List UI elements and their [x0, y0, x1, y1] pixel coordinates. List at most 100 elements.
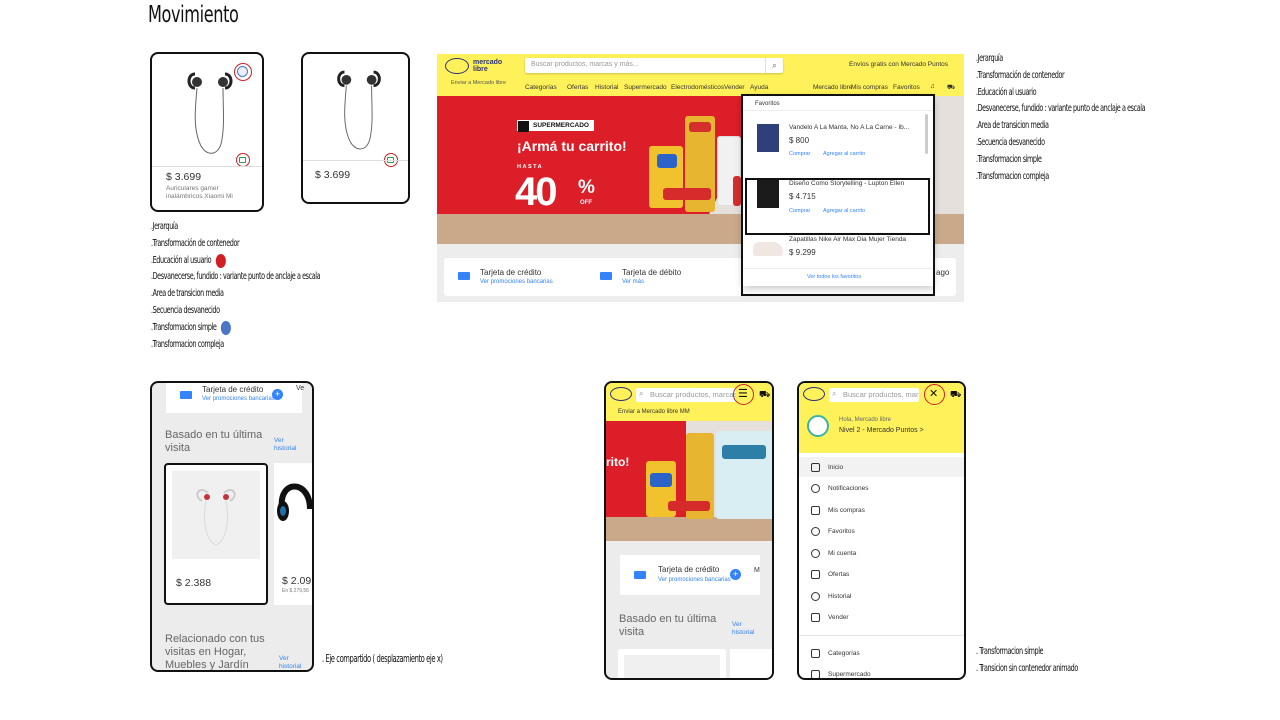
section-title-2: visita	[619, 626, 645, 638]
cart-icon[interactable]: ⛟	[759, 389, 770, 401]
highlight-outline	[745, 178, 930, 235]
shipping-promo[interactable]: Envíos gratis con Mercado Puntos	[849, 61, 948, 68]
search-icon[interactable]: ⌕	[765, 58, 783, 73]
credit-card-icon	[180, 391, 192, 399]
notes-right: .Jerarquía .Transformación de contenedor…	[976, 51, 1146, 185]
product-old-price: En $ 279,56	[282, 588, 309, 594]
toothpaste-image	[668, 501, 710, 511]
product-card-favorited[interactable]: $ 3.699 Auriculares gamer inalámbricos X…	[150, 52, 264, 212]
product-subtitle-2: inalámbricos Xiaomi Mi	[166, 193, 233, 200]
cart-icon[interactable]: ⛟	[947, 83, 955, 92]
see-history-link[interactable]: Ver	[274, 437, 284, 445]
related-title-2: visitas en Hogar,	[165, 646, 247, 658]
menu-item-mi-cuenta[interactable]: Mi cuenta	[811, 549, 856, 558]
plus-icon[interactable]: +	[272, 389, 283, 400]
section-title-2: visita	[165, 442, 191, 454]
user-level[interactable]: Nivel 2 - Mercado Puntos >	[839, 427, 924, 434]
product-card-selected[interactable]: $ 2.388	[164, 463, 268, 605]
menu-item-categorias[interactable]: Categorías	[811, 649, 860, 658]
nesquik-box-image	[657, 154, 677, 168]
product-card[interactable]: $ 3.699	[301, 52, 410, 204]
nav-mis-compras[interactable]: Mis compras	[851, 84, 888, 91]
product-image	[733, 176, 741, 206]
see-history-link-2[interactable]: historial	[732, 629, 754, 637]
menu-item-historial[interactable]: Historial	[811, 592, 851, 601]
payment-cut-text: ago	[936, 268, 950, 277]
credit-card-link[interactable]: Ver promociones bancarias	[658, 577, 731, 583]
phone-home-mockup: ⌕ Buscar productos, marcas y más... ☰ ⛟ …	[604, 381, 774, 680]
credit-card-link[interactable]: Ver promociones bancarias	[480, 279, 553, 285]
user-greeting: Hola, Mercado libre	[839, 417, 892, 423]
phone-menu-mockup: ⌕ Buscar productos, marcas y más... ✕ ⛟ …	[797, 381, 966, 680]
see-history-link[interactable]: Ver	[732, 621, 742, 629]
credit-card-link[interactable]: Ver promociones bancarias	[202, 396, 275, 402]
nav-vender[interactable]: Vender	[724, 84, 745, 91]
chat-icon[interactable]	[236, 153, 250, 167]
mercadolibre-logo-icon[interactable]	[445, 58, 469, 74]
search-icon: ⌕	[832, 389, 837, 398]
card-divider	[152, 166, 262, 167]
debit-card-link[interactable]: Ver más	[622, 279, 644, 285]
see-history-link-2[interactable]: historial	[274, 445, 296, 453]
nav-ayuda[interactable]: Ayuda	[750, 84, 768, 91]
product-card[interactable]	[618, 649, 726, 678]
strip-cut-text: Ve	[296, 385, 305, 392]
nav-favoritos[interactable]: Favoritos	[893, 84, 920, 91]
nav-account[interactable]: Mercado libre	[813, 84, 852, 91]
notes-left: .Jerarquía .Transformación de contenedor…	[151, 219, 321, 353]
address-link[interactable]: Enviar a Mercado libre	[451, 80, 506, 86]
address-bar[interactable]: Enviar a Mercado libre MM	[606, 407, 772, 421]
nav-electrodomesticos[interactable]: Electrodomésticos	[671, 84, 724, 91]
page-title: Movimiento	[148, 2, 239, 28]
avatar[interactable]	[807, 415, 829, 437]
menu-divider	[799, 635, 964, 636]
note-item: .Secuencia desvanecido	[151, 304, 220, 316]
menu-item-notificaciones[interactable]: Notificaciones	[811, 484, 868, 493]
debit-card-title[interactable]: Tarjeta de débito	[622, 268, 681, 277]
note-item: .Secuencia desvanecido	[976, 136, 1045, 148]
brand-name: mercado	[473, 59, 503, 66]
search-input[interactable]: ⌕ Buscar productos, marcas y más...	[829, 388, 919, 402]
menu-item-favoritos[interactable]: Favoritos	[811, 527, 855, 536]
mobile-header: ⌕ Buscar productos, marcas y más... ✕ ⛟	[799, 383, 964, 407]
note-item: .Desvanecerse, fundido : variante punto …	[151, 271, 321, 283]
list-icon	[811, 649, 820, 658]
cart-icon[interactable]: ⛟	[950, 389, 961, 401]
product-image-area	[624, 655, 720, 678]
note-item: .Desvanecerse, fundido : variante punto …	[976, 103, 1146, 115]
menu-item-mis-compras[interactable]: Mis compras	[811, 506, 865, 515]
nav-ofertas[interactable]: Ofertas	[567, 84, 588, 91]
note-item: .Educación al usuario	[151, 253, 320, 270]
search-icon: ⌕	[639, 389, 644, 398]
mercadolibre-logo-icon[interactable]	[610, 387, 632, 401]
note-item: .Educación al usuario	[976, 86, 1037, 98]
menu-item-inicio[interactable]: Inicio	[811, 463, 843, 472]
credit-card-title[interactable]: Tarjeta de crédito	[658, 565, 719, 574]
red-marker-dot	[215, 253, 226, 268]
credit-card-title[interactable]: Tarjeta de crédito	[202, 385, 263, 394]
note-item: .Area de transicion media	[151, 288, 224, 300]
related-history-link-2[interactable]: historial	[279, 663, 301, 670]
nav-supermercado[interactable]: Supermercado	[624, 84, 667, 91]
note-item: .Transformacion simple	[151, 320, 320, 337]
diaper-package-image	[722, 445, 766, 459]
menu-item-vender[interactable]: Vender	[811, 613, 849, 622]
promo-banner[interactable]: rito!	[606, 421, 772, 541]
nav-historial[interactable]: Historial	[595, 84, 618, 91]
mercadolibre-logo-icon[interactable]	[803, 387, 825, 401]
credit-card-title[interactable]: Tarjeta de crédito	[480, 268, 541, 277]
related-history-link[interactable]: Ver	[279, 655, 289, 663]
note-item: .Transformación de contenedor	[151, 237, 240, 249]
heart-icon[interactable]	[234, 63, 252, 81]
search-input[interactable]: Buscar productos, marcas y más... ⌕	[525, 58, 783, 73]
plus-icon[interactable]: +	[730, 569, 741, 580]
product-card[interactable]: $ 2.09 En $ 279,56	[274, 463, 312, 605]
menu-item-supermercado[interactable]: Supermercado	[811, 670, 871, 678]
nav-categorias[interactable]: Categorías	[525, 84, 557, 91]
bell-icon[interactable]: ♫	[930, 83, 935, 90]
product-image-area	[172, 471, 260, 559]
product-card[interactable]	[730, 649, 772, 678]
search-input[interactable]: ⌕ Buscar productos, marcas y más...	[636, 388, 736, 402]
menu-item-ofertas[interactable]: Ofertas	[811, 570, 849, 579]
red-highlight-circle	[924, 384, 945, 405]
